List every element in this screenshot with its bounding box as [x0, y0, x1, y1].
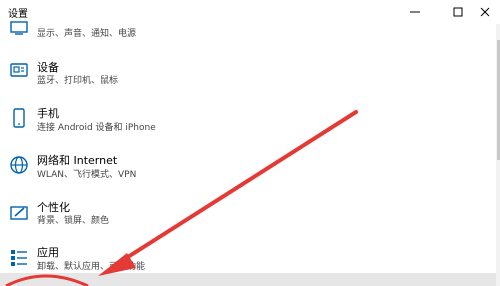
phone-icon	[9, 108, 29, 128]
settings-item-devices[interactable]: 设备 蓝牙、打印机、鼠标	[0, 56, 380, 96]
minimize-button[interactable]	[400, 0, 430, 24]
settings-item-label: 网络和 Internet	[37, 154, 118, 167]
close-button[interactable]	[470, 0, 500, 24]
settings-item-network[interactable]: 网络和 Internet WLAN、飞行模式、VPN	[0, 150, 380, 190]
globe-icon	[9, 155, 29, 175]
settings-item-desc: WLAN、飞行模式、VPN	[37, 170, 137, 180]
maximize-icon	[453, 7, 463, 17]
settings-item-label: 手机	[37, 107, 59, 120]
settings-item-desc: 显示、声音、通知、电源	[37, 29, 137, 39]
settings-item-desc: 卸载、默认应用、可选功能	[37, 262, 146, 272]
settings-item-desc: 背景、锁屏、颜色	[37, 216, 110, 226]
devices-icon	[9, 61, 29, 81]
apps-icon	[9, 248, 29, 268]
settings-item-desc: 蓝牙、打印机、鼠标	[37, 76, 119, 86]
settings-item-phone[interactable]: 手机 连接 Android 设备和 iPhone	[0, 102, 380, 142]
maximize-button[interactable]	[443, 0, 473, 24]
minimize-icon	[410, 11, 420, 13]
personalization-icon	[9, 203, 29, 223]
bottom-strip	[0, 273, 500, 286]
settings-item-system[interactable]: 显示、声音、通知、电源	[0, 18, 380, 58]
close-icon	[480, 7, 490, 17]
settings-item-desc: 连接 Android 设备和 iPhone	[37, 123, 156, 133]
display-icon	[9, 20, 29, 40]
settings-item-personalization[interactable]: 个性化 背景、锁屏、颜色	[0, 197, 380, 237]
settings-item-label: 应用	[37, 246, 59, 259]
